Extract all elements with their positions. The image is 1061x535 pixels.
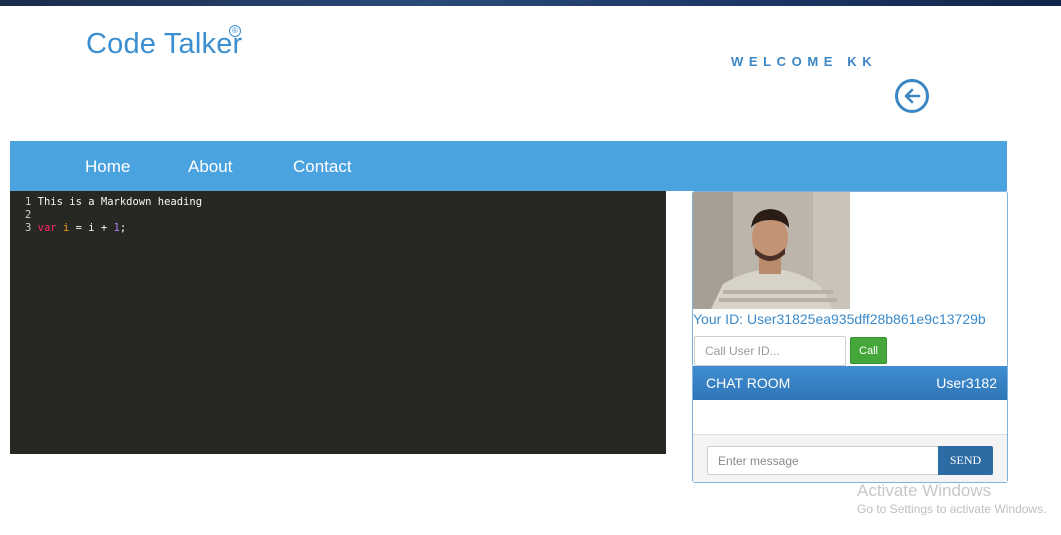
webcam-person-image <box>693 192 850 309</box>
editor-line: 1 This is a Markdown heading <box>25 196 666 209</box>
code-editor[interactable]: 1 This is a Markdown heading 2 3 var i =… <box>10 191 666 454</box>
your-id-label: Your ID: User31825ea935dff28b861e9c13729… <box>693 311 986 327</box>
nav-home[interactable]: Home <box>85 157 130 177</box>
send-button[interactable]: SEND <box>938 446 993 475</box>
line-number: 3 <box>25 222 32 234</box>
activate-windows-title: Activate Windows <box>857 481 992 500</box>
back-button[interactable] <box>895 79 929 113</box>
chat-message-input[interactable] <box>707 446 939 475</box>
editor-line: 3 var i = i + 1; <box>25 222 666 235</box>
nav-about[interactable]: About <box>188 157 232 177</box>
call-user-id-input[interactable] <box>694 336 846 366</box>
line-text: This is a Markdown heading <box>37 196 203 208</box>
arrow-left-circle-icon <box>904 88 921 104</box>
line-number: 2 <box>25 209 32 221</box>
chat-room-header: CHAT ROOM User3182 <box>693 366 1007 400</box>
webcam-video <box>693 192 850 309</box>
line-number: 1 <box>25 196 32 208</box>
code-terminator: ; <box>119 222 127 234</box>
call-button[interactable]: Call <box>850 337 887 364</box>
chat-room-user: User3182 <box>936 375 997 391</box>
code-keyword: var <box>37 222 57 234</box>
nav-contact[interactable]: Contact <box>293 157 352 177</box>
main-navbar: Home About Contact <box>10 141 1007 191</box>
site-logo[interactable]: Code Talker <box>86 28 242 61</box>
activate-windows-subtitle: Go to Settings to activate Windows. <box>857 502 1047 516</box>
chat-messages-area[interactable] <box>693 400 1007 435</box>
top-banner-strip <box>0 0 1061 6</box>
chat-room-title: CHAT ROOM <box>706 375 791 391</box>
registered-mark: ® <box>229 25 241 37</box>
editor-line: 2 <box>25 209 666 222</box>
welcome-text: WELCOME KK <box>731 54 878 69</box>
code-expression: = i + <box>69 222 114 234</box>
